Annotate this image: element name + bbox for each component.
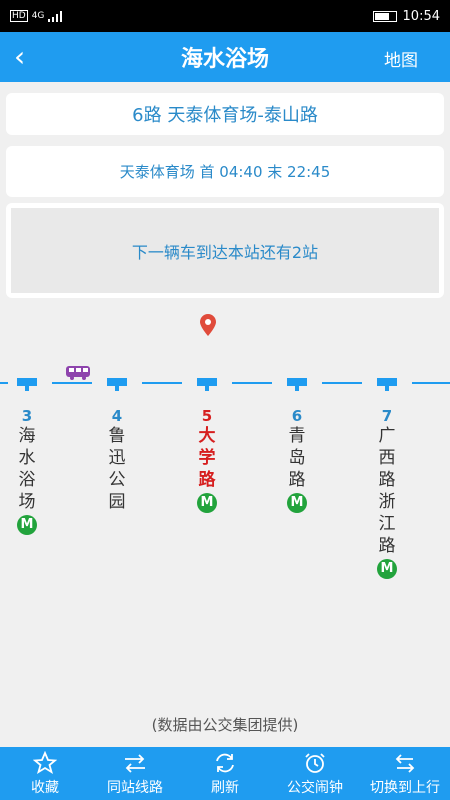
switch-direction-icon xyxy=(395,754,415,773)
header: ‹ 海水浴场 地图 xyxy=(0,32,450,82)
stop-item[interactable]: 5大学路 M xyxy=(195,407,219,513)
stop-marker xyxy=(197,378,217,391)
stop-number: 6 xyxy=(291,407,303,425)
metro-icon: M xyxy=(17,515,37,535)
tab-refresh[interactable]: 刷新 xyxy=(180,747,270,800)
stop-item[interactable]: 4鲁迅公园 xyxy=(105,407,129,513)
route-line-segment xyxy=(232,382,272,384)
stop-item[interactable]: 3海水浴场 M xyxy=(15,407,39,535)
route-line-segment xyxy=(412,382,450,384)
alarm-clock-icon xyxy=(305,753,325,773)
arrival-text: 下一辆车到达本站还有2站 xyxy=(131,242,319,262)
stop-number: 7 xyxy=(381,407,393,425)
stop-marker xyxy=(377,378,397,391)
stop-marker xyxy=(287,378,307,391)
arrival-card: 下一辆车到达本站还有2站 xyxy=(6,203,444,298)
schedule-text: 天泰体育场 首 04:40 末 22:45 xyxy=(119,163,331,181)
stop-name: 广西路浙江路 xyxy=(378,426,396,556)
stop-number: 4 xyxy=(111,407,123,425)
map-button[interactable]: 地图 xyxy=(384,46,418,71)
tab-label: 同站线路 xyxy=(107,780,163,796)
tab-same-stop-lines[interactable]: 同站线路 xyxy=(90,747,180,800)
tab-bus-alarm[interactable]: 公交闹钟 xyxy=(270,747,360,800)
star-icon xyxy=(33,751,57,774)
signal-icon xyxy=(48,10,63,22)
tab-label: 收藏 xyxy=(31,780,59,796)
swap-icon xyxy=(125,754,145,773)
stop-name: 鲁迅公园 xyxy=(108,426,126,512)
route-line-segment xyxy=(142,382,182,384)
stop-item[interactable]: 6青岛路 M xyxy=(285,407,309,513)
route-line-segment xyxy=(52,382,92,384)
hd-indicator: HD xyxy=(10,10,28,22)
stop-name: 青岛路 xyxy=(288,426,306,490)
battery-icon xyxy=(372,10,397,22)
network-label: 4G xyxy=(31,11,45,21)
location-pin-icon xyxy=(200,314,216,336)
stop-item[interactable]: 7广西路浙江路 M xyxy=(375,407,399,579)
bottom-tab-bar: 收藏 同站线路 刷新 公交闹钟 切换到上行 xyxy=(0,747,450,800)
line-name: 6路 天泰体育场-泰山路 xyxy=(132,105,318,126)
stop-number: 3 xyxy=(21,407,33,425)
stop-number: 5 xyxy=(201,407,213,425)
status-bar: HD 4G 10:54 xyxy=(0,0,450,32)
stop-name: 大学路 xyxy=(198,426,216,490)
stop-marker xyxy=(17,378,37,391)
route-line-segment xyxy=(0,382,8,384)
stop-name: 海水浴场 xyxy=(18,426,36,512)
metro-icon: M xyxy=(197,493,217,513)
metro-icon: M xyxy=(287,493,307,513)
route-line-segment xyxy=(322,382,362,384)
tab-label: 公交闹钟 xyxy=(287,780,343,796)
refresh-icon xyxy=(216,753,234,773)
schedule-card: 天泰体育场 首 04:40 末 22:45 xyxy=(6,146,444,197)
tab-switch-direction[interactable]: 切换到上行 xyxy=(360,747,450,800)
stop-marker xyxy=(107,378,127,391)
tab-favorite[interactable]: 收藏 xyxy=(0,747,90,800)
back-icon[interactable]: ‹ xyxy=(14,40,25,73)
data-source-note: (数据由公交集团提供) xyxy=(151,716,299,734)
arrival-panel: 下一辆车到达本站还有2站 xyxy=(11,208,439,293)
page-title: 海水浴场 xyxy=(180,47,269,72)
metro-icon: M xyxy=(377,559,397,579)
bus-icon xyxy=(66,366,90,380)
tab-label: 刷新 xyxy=(211,780,239,796)
clock: 10:54 xyxy=(402,8,440,24)
line-name-card: 6路 天泰体育场-泰山路 xyxy=(6,93,444,135)
tab-label: 切换到上行 xyxy=(370,780,440,796)
